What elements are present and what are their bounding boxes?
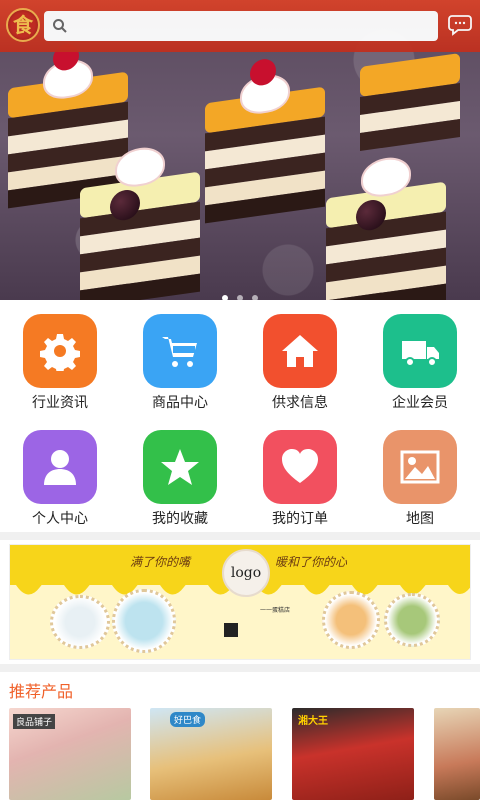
grid-item-my-favorites[interactable]: 我的收藏: [120, 416, 240, 532]
home-icon: [263, 314, 337, 388]
user-icon: [23, 430, 97, 504]
product-card[interactable]: 好巴食: [150, 708, 272, 800]
search-box[interactable]: [44, 11, 438, 41]
grid-item-enterprise-member[interactable]: 企业会员: [360, 300, 480, 416]
grid-item-product-center[interactable]: 商品中心: [120, 300, 240, 416]
promo-shop-name: 一一蛋糕店: [260, 607, 291, 614]
heart-icon: [263, 430, 337, 504]
search-input[interactable]: [74, 15, 424, 37]
product-card[interactable]: 湘大王: [292, 708, 414, 800]
image-icon: [383, 430, 457, 504]
grid-item-personal-center[interactable]: 个人中心: [0, 416, 120, 532]
app-home-page: 食 行业资讯 商品中心 供求信息 企业会员 个人中心 我的收藏 我的订单 地图 …: [0, 0, 480, 800]
grid-item-industry-news[interactable]: 行业资讯: [0, 300, 120, 416]
grid-item-map[interactable]: 地图: [360, 416, 480, 532]
product-brand-label: 良品铺子: [13, 714, 56, 729]
grid-label: 个人中心: [32, 511, 88, 527]
cake-plate-image: [322, 591, 380, 649]
promo-slogan-right: 暖和了你的心: [275, 555, 348, 569]
product-card[interactable]: [434, 708, 480, 800]
promo-slogan-left: 满了你的嘴: [130, 555, 191, 569]
grid-label: 我的收藏: [152, 511, 208, 527]
gear-icon: [23, 314, 97, 388]
top-bar: 食: [0, 0, 480, 52]
section-divider: [0, 532, 480, 540]
app-logo[interactable]: 食: [6, 8, 40, 42]
qr-code-icon: [224, 623, 238, 637]
grid-label: 企业会员: [392, 395, 448, 411]
feature-grid: 行业资讯 商品中心 供求信息 企业会员 个人中心 我的收藏 我的订单 地图: [0, 300, 480, 532]
grid-label: 地图: [406, 511, 434, 527]
product-card[interactable]: 良品铺子: [9, 708, 131, 800]
cake-image: [205, 57, 325, 224]
promo-banner[interactable]: 满了你的嘴 暖和了你的心 logo 一一蛋糕店: [9, 544, 471, 660]
product-brand-label: 好巴食: [170, 712, 206, 727]
cart-icon: [143, 314, 217, 388]
truck-icon: [383, 314, 457, 388]
grid-item-supply-demand[interactable]: 供求信息: [240, 300, 360, 416]
grid-label: 我的订单: [272, 511, 328, 527]
grid-label: 商品中心: [152, 395, 208, 411]
section-title-recommend: 推荐产品: [9, 682, 74, 701]
search-icon: [53, 19, 67, 33]
grid-label: 供求信息: [272, 395, 328, 411]
product-brand-label: 湘大王: [298, 716, 328, 727]
section-divider: [0, 664, 480, 672]
grid-label: 行业资讯: [32, 395, 88, 411]
cake-plate-image: [384, 593, 440, 647]
star-icon: [143, 430, 217, 504]
grid-item-my-orders[interactable]: 我的订单: [240, 416, 360, 532]
cake-plate-image: [112, 589, 176, 653]
carousel-indicator: [0, 286, 480, 300]
cake-image: [360, 52, 460, 187]
promo-logo: logo: [222, 549, 270, 597]
message-icon[interactable]: [448, 14, 472, 36]
cake-plate-image: [50, 595, 110, 649]
cake-image: [326, 154, 446, 300]
cake-image: [80, 144, 200, 300]
